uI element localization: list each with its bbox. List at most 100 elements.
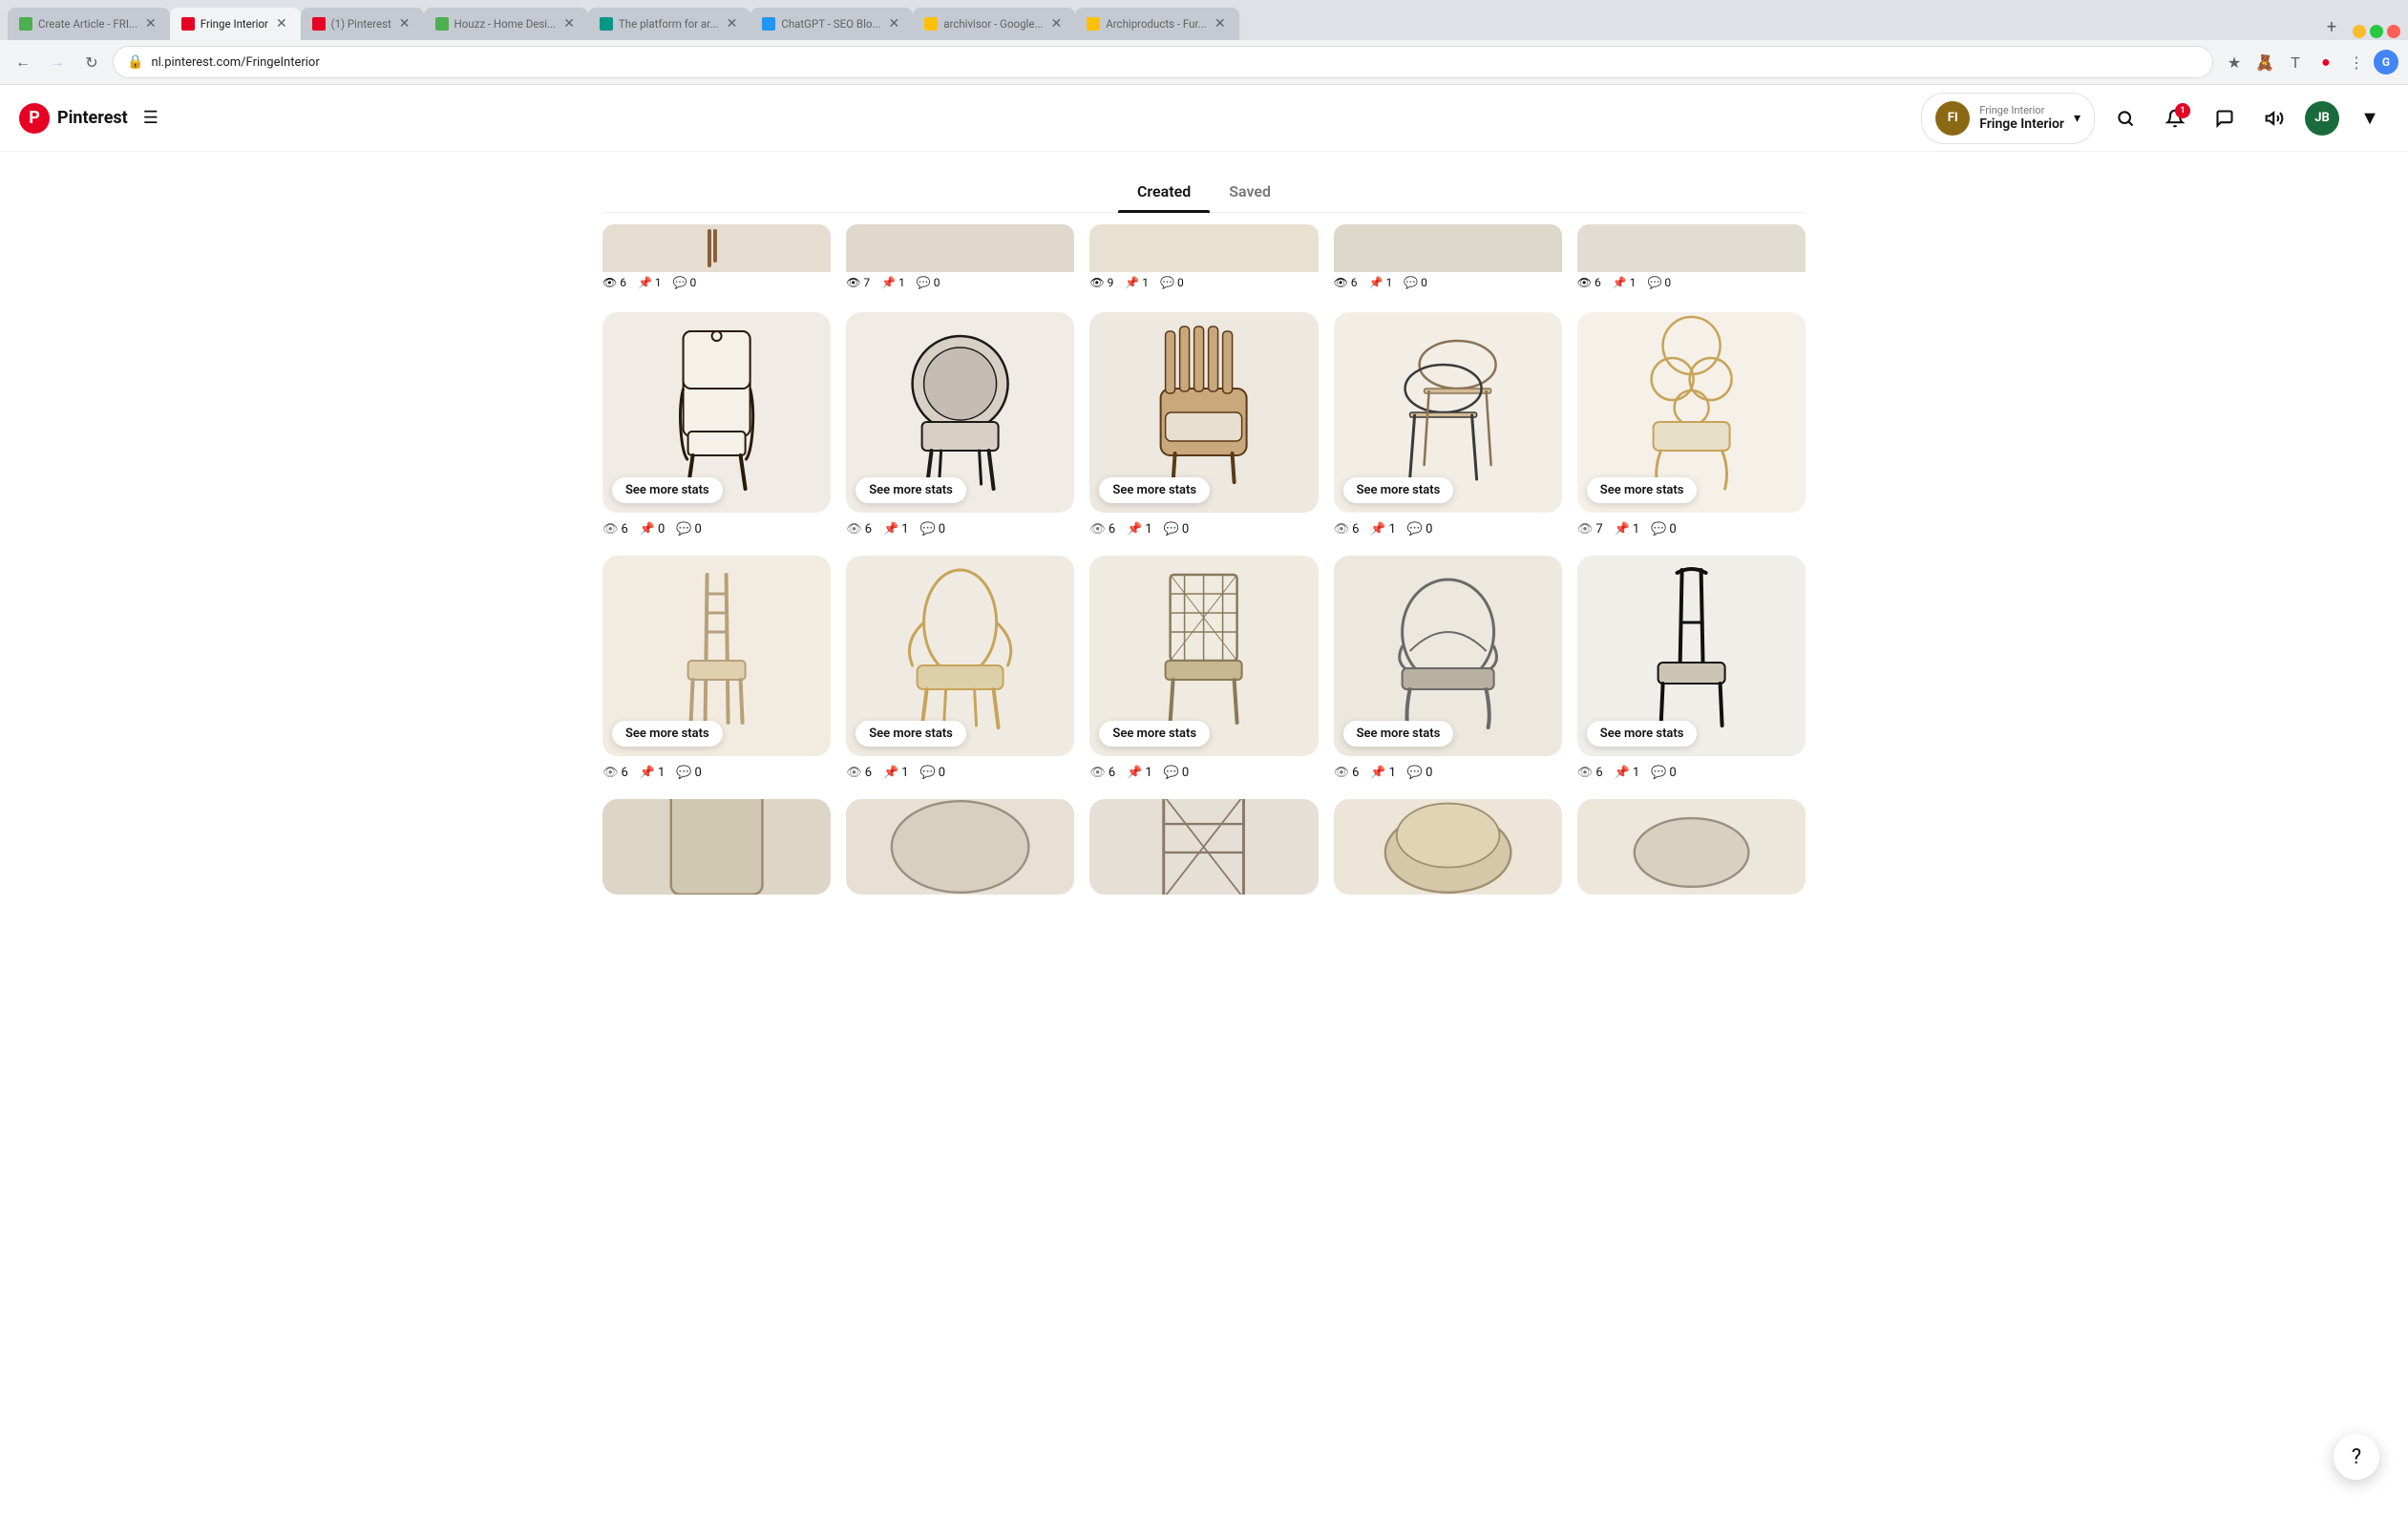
pinterest-p-logo: P xyxy=(19,103,50,134)
saves-2: 📌 1 xyxy=(881,276,905,289)
partial-card-1: 👁 6 📌 1 💬 0 xyxy=(602,224,831,293)
maximize-button[interactable] xyxy=(2370,25,2383,38)
address-bar[interactable]: 🔒 nl.pinterest.com/FringeInterior xyxy=(113,46,2213,78)
account-switcher[interactable]: FI Fringe Interior Fringe Interior ▾ xyxy=(1921,93,2095,144)
see-more-stats-8[interactable]: See more stats xyxy=(1099,721,1210,747)
pin-card-4[interactable]: See more stats xyxy=(1334,312,1562,513)
partial-top-row: 👁 6 📌 1 💬 0 👁 7 📌 1 💬 0 👁 9 📌 1 xyxy=(602,224,1806,293)
tab-chatgpt[interactable]: ChatGPT - SEO Blo... ✕ xyxy=(750,8,913,40)
partial-bottom-4[interactable] xyxy=(1334,799,1562,895)
close-button[interactable] xyxy=(2387,25,2400,38)
pin-card-10[interactable]: See more stats xyxy=(1577,556,1806,756)
tab-close-icon[interactable]: ✕ xyxy=(397,14,412,33)
see-more-stats-7[interactable]: See more stats xyxy=(855,721,966,747)
partial-bottom-1[interactable] xyxy=(602,799,831,895)
tab-close-icon[interactable]: ✕ xyxy=(725,14,740,33)
profile-dropdown-button[interactable]: ▼ xyxy=(2351,99,2389,137)
more-button[interactable]: ⋮ xyxy=(2343,49,2370,75)
tab-close-icon[interactable]: ✕ xyxy=(143,14,158,33)
tab-created[interactable]: Created xyxy=(1118,171,1210,212)
messages-button[interactable] xyxy=(2206,99,2244,137)
see-more-stats-6[interactable]: See more stats xyxy=(612,721,723,747)
tab-pinterest-fringe[interactable]: Fringe Interior ✕ xyxy=(170,8,301,40)
pin-card-2[interactable]: See more stats xyxy=(846,312,1074,513)
pin-card-1[interactable]: See more stats xyxy=(602,312,831,513)
pinterest-ext-icon[interactable]: ● xyxy=(2313,49,2339,75)
comments-stat: 💬 0 xyxy=(673,276,697,289)
partial-bottom-5[interactable] xyxy=(1577,799,1806,895)
search-button[interactable] xyxy=(2106,99,2144,137)
pin-card-3[interactable]: See more stats xyxy=(1089,312,1318,513)
tab-bar: Create Article - FRI... ✕ Fringe Interio… xyxy=(0,0,2408,40)
notifications-button[interactable]: 1 xyxy=(2156,99,2194,137)
account-avatar: FI xyxy=(1935,101,1970,136)
tab-archiproducts[interactable]: Archiproducts - Fur... ✕ xyxy=(1075,8,1238,40)
pin-card-6[interactable]: See more stats xyxy=(602,556,831,756)
tab-platform[interactable]: The platform for ar... ✕ xyxy=(588,8,750,40)
reload-button[interactable]: ↻ xyxy=(78,49,105,75)
comments-2: 💬 0 xyxy=(917,276,940,289)
stats-card-1: 👁 6 📌 0 💬 0 xyxy=(602,516,831,540)
tab-create[interactable]: Create Article - FRI... ✕ xyxy=(8,8,170,40)
see-more-stats-4[interactable]: See more stats xyxy=(1343,477,1454,503)
tab-close-icon[interactable]: ✕ xyxy=(1213,14,1228,33)
partial-card-4: 👁 6 📌 1 💬 0 xyxy=(1334,224,1562,293)
user-profile-button[interactable]: JB xyxy=(2305,101,2339,136)
stats-card-5: 👁 7 📌 1 💬 0 xyxy=(1577,516,1806,540)
views-stat: 👁 6 xyxy=(602,276,626,289)
partial-stats-1: 👁 6 📌 1 💬 0 xyxy=(602,272,831,293)
updates-button[interactable] xyxy=(2255,99,2293,137)
pin-card-8[interactable]: See more stats xyxy=(1089,556,1318,756)
partial-bottom-3[interactable] xyxy=(1089,799,1318,895)
browser-profile[interactable]: G xyxy=(2374,50,2398,74)
partial-card-2: 👁 7 📌 1 💬 0 xyxy=(846,224,1074,293)
pin-grid-row-2: See more stats xyxy=(602,556,1806,756)
tab-archivisor[interactable]: archivisor - Google... ✕ xyxy=(913,8,1075,40)
minimize-button[interactable] xyxy=(2353,25,2366,38)
pinterest-header: P Pinterest ☰ FI Fringe Interior Fringe … xyxy=(0,85,2408,152)
see-more-stats-10[interactable]: See more stats xyxy=(1587,721,1698,747)
secure-icon: 🔒 xyxy=(127,54,143,70)
hamburger-menu[interactable]: ☰ xyxy=(143,108,158,128)
pinterest-wordmark: Pinterest xyxy=(57,108,128,128)
back-button[interactable]: ← xyxy=(10,49,36,75)
pin-grid-row-3-partial xyxy=(602,799,1806,895)
tab-close-icon[interactable]: ✕ xyxy=(561,14,577,33)
see-more-stats-1[interactable]: See more stats xyxy=(612,477,723,503)
views-2: 👁 7 xyxy=(846,276,870,289)
see-more-stats-9[interactable]: See more stats xyxy=(1343,721,1454,747)
tab-close-icon[interactable]: ✕ xyxy=(274,14,289,33)
bookmark-icon[interactable]: ★ xyxy=(2221,49,2248,75)
chevron-down-icon: ▾ xyxy=(2074,111,2081,126)
notification-badge: 1 xyxy=(2175,103,2190,118)
see-more-stats-2[interactable]: See more stats xyxy=(855,477,966,503)
tab-saved[interactable]: Saved xyxy=(1210,171,1290,212)
new-tab-button[interactable]: + xyxy=(2318,13,2345,40)
partial-bottom-2[interactable] xyxy=(846,799,1074,895)
profile-tabs: Created Saved xyxy=(602,171,1806,213)
tab-pinterest-main[interactable]: (1) Pinterest ✕ xyxy=(301,8,424,40)
saves-stat: 📌 1 xyxy=(638,276,662,289)
pinterest-logo[interactable]: P Pinterest xyxy=(19,103,128,134)
forward-button[interactable]: → xyxy=(44,49,71,75)
help-button[interactable]: ? xyxy=(2334,1434,2379,1480)
see-more-stats-3[interactable]: See more stats xyxy=(1099,477,1210,503)
stats-card-4: 👁 6 📌 1 💬 0 xyxy=(1334,516,1562,540)
pin-grid-row-1: See more stats See m xyxy=(602,312,1806,513)
partial-card-5: 👁 6 📌 1 💬 0 xyxy=(1577,224,1806,293)
pin-stats-row-1: 👁 6 📌 0 💬 0 👁 6 📌 1 💬 0 👁 6 📌 1 💬 0 👁 6 … xyxy=(602,516,1806,540)
translate-icon[interactable]: T xyxy=(2282,49,2309,75)
pin-card-5[interactable]: See more stats xyxy=(1577,312,1806,513)
account-top-label: Fringe Interior xyxy=(1979,104,2064,116)
extensions-icon[interactable]: 🧸 xyxy=(2251,49,2278,75)
partial-card-3: 👁 9 📌 1 💬 0 xyxy=(1089,224,1318,293)
pin-card-7[interactable]: See more stats xyxy=(846,556,1074,756)
pinterest-app: P Pinterest ☰ FI Fringe Interior Fringe … xyxy=(0,85,2408,1517)
account-name: Fringe Interior xyxy=(1979,116,2064,132)
pin-card-9[interactable]: See more stats xyxy=(1334,556,1562,756)
browser-chrome: Create Article - FRI... ✕ Fringe Interio… xyxy=(0,0,2408,85)
tab-close-icon[interactable]: ✕ xyxy=(887,14,902,33)
tab-houzz[interactable]: Houzz - Home Desi... ✕ xyxy=(424,8,588,40)
tab-close-icon[interactable]: ✕ xyxy=(1049,14,1065,33)
see-more-stats-5[interactable]: See more stats xyxy=(1587,477,1698,503)
